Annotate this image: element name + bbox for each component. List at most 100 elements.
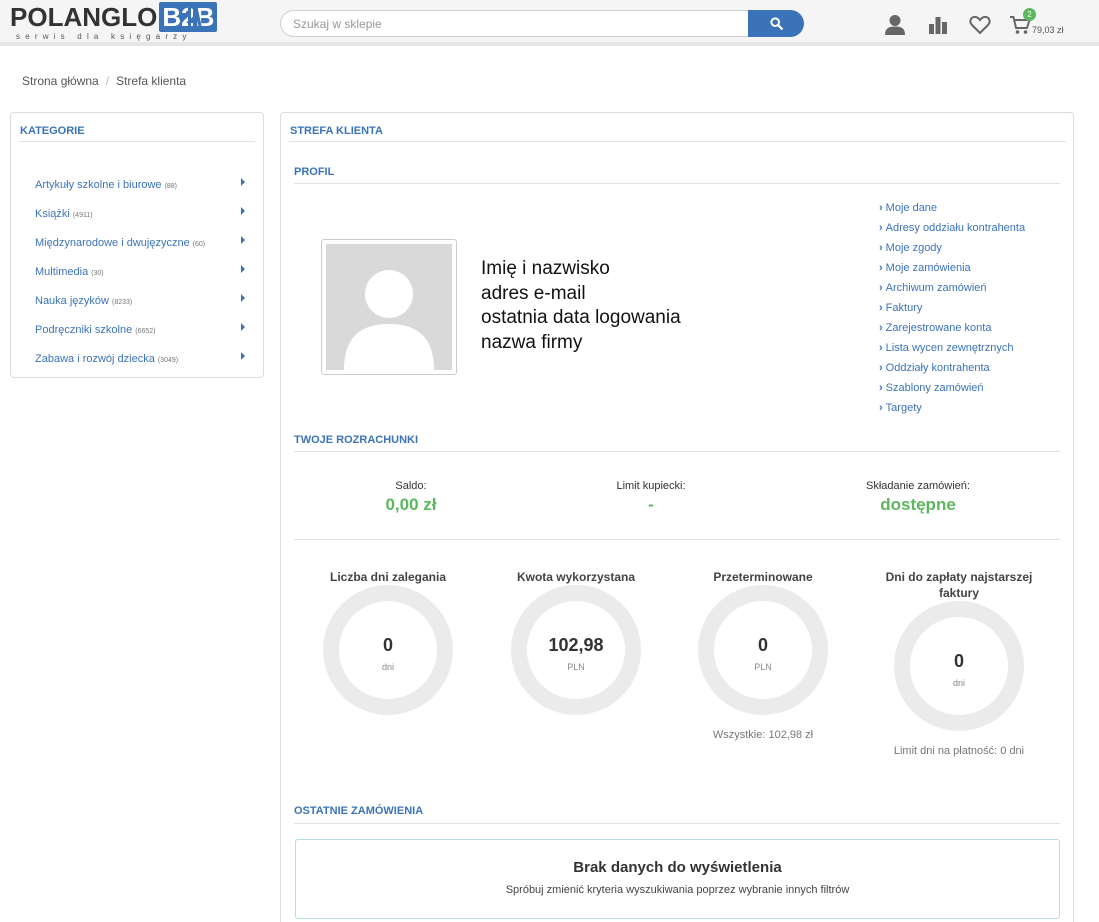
link-external-quotes[interactable]: Lista wycen zewnętrznych	[879, 342, 1025, 362]
account-links: Moje dane Adresy oddziału kontrahenta Mo…	[879, 202, 1025, 422]
caret-right-icon	[241, 177, 245, 186]
categories-panel: KATEGORIE Artykuły szkolne i biurowe (88)…	[10, 112, 264, 378]
ring-note: Wszystkie: 102,98 zł	[712, 729, 814, 741]
category-label: Międzynarodowe i dwujęzyczne	[35, 236, 190, 249]
profile-info: Imię i nazwisko adres e-mail ostatnia da…	[481, 257, 681, 355]
link-registered-accounts[interactable]: Zarejestrowane konta	[879, 322, 1025, 342]
breadcrumb-current: Strefa klienta	[116, 74, 187, 88]
user-icon	[885, 15, 905, 35]
oldest-invoice-widget: Dni do zapłaty najstarszej faktury 0 dni…	[869, 569, 1049, 757]
link-order-templates[interactable]: Szablony zamówień	[879, 382, 1025, 402]
used-amount-widget: Kwota wykorzystana 102,98 PLN	[486, 569, 666, 715]
ordering-status-label: Składanie zamówień:	[866, 480, 970, 492]
link-invoices[interactable]: Faktury	[879, 302, 1025, 322]
heart-icon	[969, 15, 991, 35]
link-branch-addresses[interactable]: Adresy oddziału kontrahenta	[879, 222, 1025, 242]
category-count: (88)	[164, 182, 178, 190]
categories-title: KATEGORIE	[20, 125, 85, 137]
category-count: (30)	[91, 269, 104, 277]
credit-limit-label: Limit kupiecki:	[616, 480, 686, 492]
ring-label: Liczba dni zalegania	[329, 570, 447, 584]
ring-label: Kwota wykorzystana	[516, 570, 636, 584]
breadcrumb-separator: /	[105, 74, 110, 88]
category-item[interactable]: Międzynarodowe i dwujęzyczne (60)	[35, 228, 245, 257]
divider	[294, 539, 1060, 540]
link-my-data[interactable]: Moje dane	[879, 202, 1025, 222]
books-icon	[188, 5, 202, 31]
ring-label: Przeterminowane	[713, 570, 813, 584]
ring-chart: 102,98 PLN	[511, 585, 641, 715]
stats-button[interactable]	[925, 12, 951, 38]
search-button[interactable]	[748, 10, 804, 37]
category-item[interactable]: Artykuły szkolne i biurowe (88)	[35, 170, 245, 199]
page-title: STREFA KLIENTA	[290, 125, 383, 137]
caret-right-icon	[241, 235, 245, 244]
logo-tagline: serwis dla księgarzy	[16, 32, 192, 41]
wishlist-button[interactable]	[967, 12, 993, 38]
credit-limit-stat: Limit kupiecki: -	[581, 480, 721, 515]
profile-title: PROFIL	[294, 166, 335, 178]
ring-chart: 0 dni	[323, 585, 453, 715]
search-input[interactable]	[280, 10, 750, 37]
ring-value: 0	[757, 635, 768, 655]
profile-name: Imię i nazwisko	[481, 258, 610, 279]
profile-email: adres e-mail	[481, 282, 586, 304]
category-count: (6652)	[135, 327, 156, 335]
ring-unit: dni	[952, 678, 965, 688]
ring-unit: PLN	[567, 662, 585, 672]
profile-last-login: ostatnia data logowania	[481, 307, 681, 328]
caret-right-icon	[241, 351, 245, 360]
avatar	[321, 239, 457, 375]
divider	[294, 451, 1060, 452]
cart-total[interactable]: 79,03 zł	[1032, 25, 1064, 35]
category-label: Zabawa i rozwój dziecka	[35, 352, 155, 365]
caret-right-icon	[241, 293, 245, 302]
category-label: Artykuły szkolne i biurowe	[35, 178, 162, 191]
caret-right-icon	[241, 206, 245, 215]
category-item[interactable]: Książki (4911)	[35, 199, 245, 228]
credit-limit-value: -	[648, 495, 654, 514]
ring-value: 102,98	[548, 635, 604, 655]
client-zone-panel: STREFA KLIENTA PROFIL Imię i nazwisko ad…	[280, 112, 1074, 922]
recent-orders-title: OSTATNIE ZAMÓWIENIA	[294, 805, 424, 817]
category-count: (60)	[192, 240, 206, 248]
ring-unit: PLN	[754, 662, 772, 672]
caret-right-icon	[241, 264, 245, 273]
divider	[19, 141, 255, 142]
category-count: (3049)	[157, 356, 179, 364]
settlements-title: TWOJE ROZRACHUNKI	[294, 434, 419, 446]
saldo-label: Saldo:	[395, 480, 427, 492]
category-label: Multimedia	[35, 265, 89, 278]
category-item[interactable]: Nauka języków (8233)	[35, 286, 245, 315]
profile-company: nazwa firmy	[481, 331, 583, 353]
category-count: (8233)	[111, 298, 133, 306]
empty-state-title: Brak danych do wyświetlenia	[573, 859, 782, 876]
link-my-orders[interactable]: Moje zamówienia	[879, 262, 1025, 282]
stats-icon	[929, 17, 947, 34]
link-contractor-branches[interactable]: Oddziały kontrahenta	[879, 362, 1025, 382]
category-item[interactable]: Podręczniki szkolne (6652)	[35, 315, 245, 344]
category-item[interactable]: Zabawa i rozwój dziecka (3049)	[35, 344, 245, 373]
ring-value: 0	[953, 651, 964, 671]
caret-right-icon	[241, 322, 245, 331]
ring-note: Limit dni na płatność: 0 dni	[893, 745, 1025, 757]
ring-unit: dni	[381, 662, 394, 672]
divider	[289, 141, 1066, 142]
overdue-amount-widget: Przeterminowane 0 PLN Wszystkie: 102,98 …	[673, 569, 853, 741]
account-button[interactable]	[882, 12, 908, 38]
logo[interactable]: POLANGLOB2B serwis dla księgarzy	[10, 2, 218, 44]
empty-state-message: Spróbuj zmienić kryteria wyszukiwania po…	[505, 884, 850, 896]
link-my-consents[interactable]: Moje zgody	[879, 242, 1025, 262]
category-count: (4911)	[72, 211, 93, 219]
logo-text: POLANGLO	[10, 2, 158, 32]
search-icon	[769, 17, 783, 30]
saldo-stat: Saldo: 0,00 zł	[341, 480, 481, 515]
link-targets[interactable]: Targety	[879, 402, 1025, 422]
logo-wordmark: POLANGLOB2B	[10, 2, 218, 32]
breadcrumb-home[interactable]: Strona główna	[22, 74, 99, 88]
category-item[interactable]: Multimedia (30)	[35, 257, 245, 286]
link-orders-archive[interactable]: Archiwum zamówień	[879, 282, 1025, 302]
avatar-placeholder-icon	[326, 244, 452, 370]
divider	[294, 183, 1060, 184]
ring-label: Dni do zapłaty najstarszej faktury	[885, 570, 1033, 600]
